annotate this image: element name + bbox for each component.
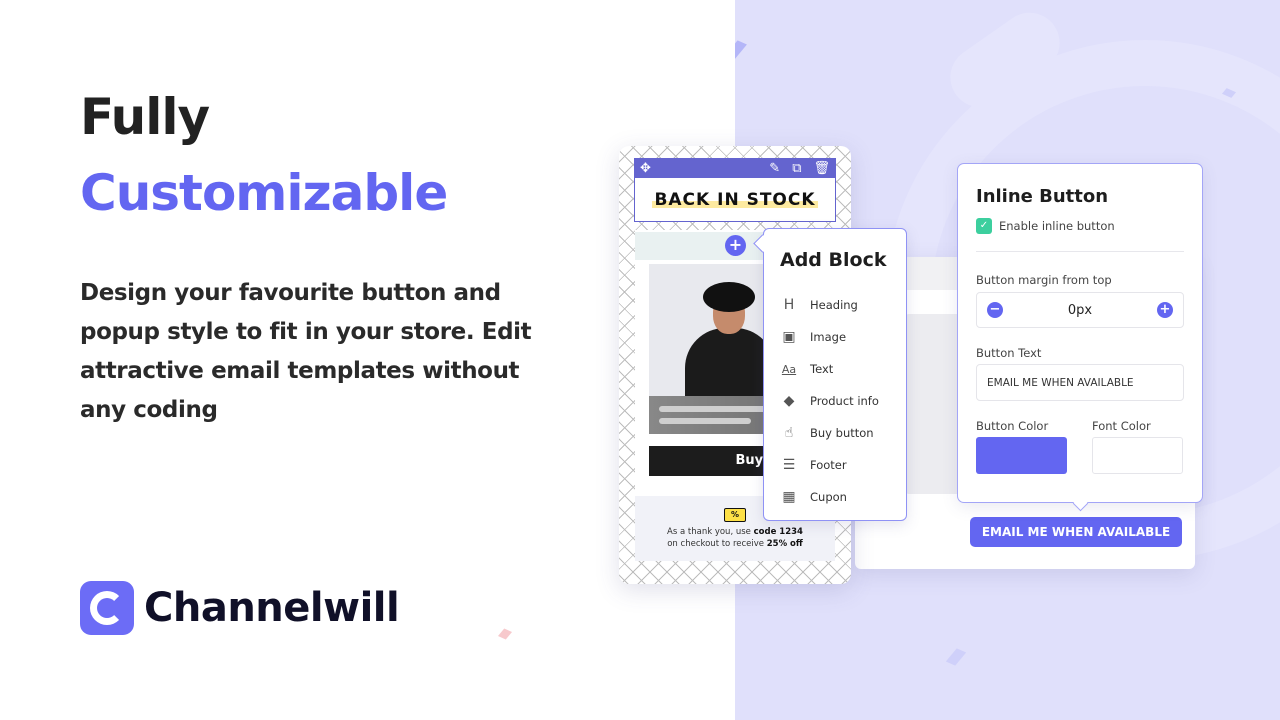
footer-icon: ☰ (782, 457, 796, 473)
coupon-text: As a thank you, use code 1234 on checkou… (635, 526, 835, 550)
buy-button-icon: ☝ (784, 425, 794, 441)
button-color-label: Button Color (976, 419, 1049, 433)
logo-icon (80, 581, 134, 635)
add-block-item-product-info[interactable]: ◆ Product info (780, 385, 879, 417)
brand-name: Channelwill (144, 585, 400, 631)
coupon-text-line1: As a thank you, use (667, 527, 754, 537)
add-block-title: Add Block (780, 249, 887, 271)
hero-title-accent: Customizable (80, 164, 448, 222)
plus-icon[interactable]: + (725, 235, 746, 256)
confetti (497, 628, 513, 640)
add-block-item-footer[interactable]: ☰ Footer (780, 449, 879, 481)
placeholder-line (659, 406, 769, 412)
add-block-item-label: Image (810, 330, 847, 344)
email-me-when-available-button[interactable]: EMAIL ME WHEN AVAILABLE (970, 517, 1182, 547)
plus-icon[interactable]: + (1157, 302, 1173, 318)
heading-text: BACK IN STOCK (652, 189, 818, 210)
font-color-label: Font Color (1092, 419, 1151, 433)
add-block-item-heading[interactable]: H Heading (780, 289, 879, 321)
delete-icon[interactable]: 🗑 (813, 161, 830, 176)
move-icon[interactable]: ✥ (640, 161, 651, 176)
add-block-item-label: Buy button (810, 426, 874, 440)
button-text-label: Button Text (976, 346, 1042, 360)
add-block-item-label: Text (810, 362, 834, 376)
image-icon: ▣ (782, 329, 796, 345)
button-color-swatch[interactable] (976, 437, 1067, 474)
margin-label: Button margin from top (976, 273, 1112, 287)
add-block-item-cupon[interactable]: ▦ Cupon (780, 481, 879, 513)
confetti (735, 40, 747, 60)
enable-inline-button-label: Enable inline button (999, 219, 1115, 233)
add-block-item-image[interactable]: ▣ Image (780, 321, 879, 353)
heading-icon: H (783, 297, 795, 313)
brand-logo: Channelwill (80, 581, 400, 635)
block-toolbar: ✥ ✎ ⧉ 🗑 (634, 158, 836, 178)
coupon-discount: 25% off (766, 539, 803, 549)
add-block-item-text[interactable]: Aa Text (780, 353, 879, 385)
add-block-item-label: Footer (810, 458, 847, 472)
margin-stepper: − 0px + (976, 292, 1184, 328)
inline-button-panel: Inline Button ✓ Enable inline button But… (957, 163, 1203, 503)
hero-title: Fully (80, 88, 210, 146)
confetti (945, 648, 967, 666)
divider (976, 251, 1184, 252)
button-text-input[interactable] (976, 364, 1184, 401)
enable-inline-button-row[interactable]: ✓ Enable inline button (976, 218, 1115, 234)
add-block-item-label: Product info (810, 394, 879, 408)
text-icon: Aa (781, 362, 797, 376)
model-hat (703, 282, 755, 312)
add-block-item-label: Cupon (810, 490, 847, 504)
font-color-swatch[interactable] (1092, 437, 1183, 474)
coupon-icon: % (724, 508, 746, 522)
hero-description: Design your favourite button and popup s… (80, 280, 532, 423)
add-block-item-label: Heading (810, 298, 858, 312)
edit-icon[interactable]: ✎ (769, 161, 780, 176)
add-block-menu: Add Block H Heading ▣ Image Aa Text ◆ Pr… (763, 228, 907, 521)
minus-icon[interactable]: − (987, 302, 1003, 318)
coupon-text-line2: on checkout to receive (667, 539, 767, 549)
gift-icon: ▦ (782, 489, 796, 505)
enable-inline-button-checkbox[interactable]: ✓ (976, 218, 992, 234)
add-block-item-buy-button[interactable]: ☝ Buy button (780, 417, 879, 449)
heading-block[interactable]: BACK IN STOCK (634, 178, 836, 222)
margin-value[interactable]: 0px (1068, 303, 1092, 318)
placeholder-line (659, 418, 751, 424)
panel-title: Inline Button (976, 186, 1109, 207)
tag-icon: ◆ (783, 393, 795, 409)
add-block-list: H Heading ▣ Image Aa Text ◆ Product info… (780, 289, 879, 513)
duplicate-icon[interactable]: ⧉ (792, 161, 801, 176)
coupon-code: code 1234 (753, 527, 803, 537)
